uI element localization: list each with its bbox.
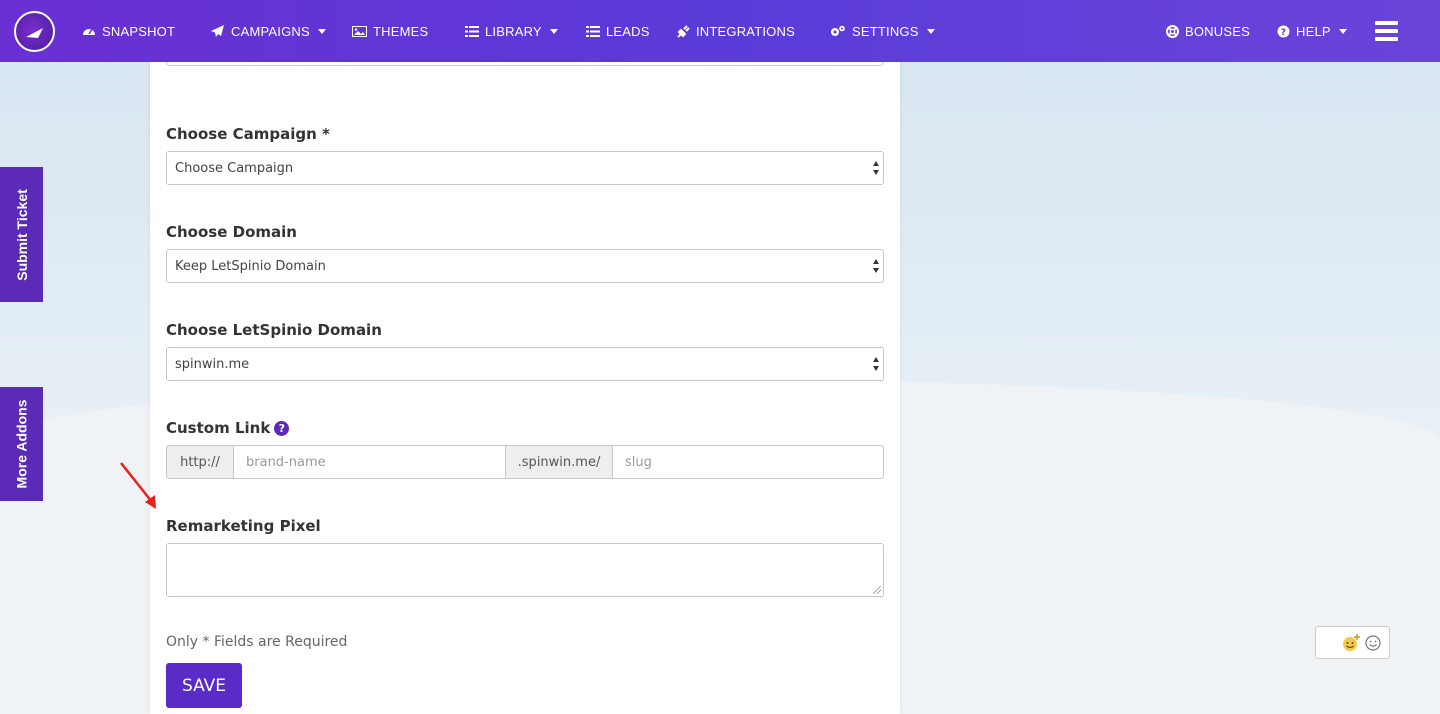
- chevron-down-icon: [549, 28, 558, 34]
- select-arrows-icon: [872, 161, 879, 175]
- choose-domain-select[interactable]: Keep LetSpinio Domain: [166, 249, 884, 283]
- red-arrow-icon: [120, 462, 156, 509]
- gears-icon: [831, 25, 845, 36]
- choose-campaign-value: Choose Campaign: [175, 160, 294, 176]
- list-icon: [465, 25, 479, 37]
- nav-campaigns-label: CAMPAIGNS: [231, 23, 310, 39]
- remarketing-pixel-textarea[interactable]: [166, 543, 884, 597]
- choose-domain-value: Keep LetSpinio Domain: [175, 258, 326, 274]
- nav-bonuses-label: BONUSES: [1185, 23, 1250, 39]
- list-icon: [586, 25, 600, 37]
- select-arrows-icon: [872, 259, 879, 273]
- logo-icon: [25, 27, 43, 38]
- paper-plane-icon: [211, 24, 224, 37]
- smiley-icon: [1365, 634, 1381, 651]
- save-button[interactable]: SAVE: [166, 663, 242, 708]
- top-navbar: SNAPSHOT CAMPAIGNS THEMES LIBRARY LEADS: [0, 0, 1440, 62]
- dashboard-icon: [83, 28, 95, 35]
- image-icon: [352, 25, 367, 37]
- chevron-down-icon: [1338, 28, 1347, 34]
- more-addons-label: More Addons: [13, 399, 30, 489]
- emoji-add-icon: [1343, 633, 1360, 651]
- nav-help[interactable]: ? HELP: [1277, 0, 1347, 62]
- custom-link-label: Custom Link: [166, 419, 271, 437]
- slug-input[interactable]: slug: [613, 445, 884, 479]
- choose-campaign-select[interactable]: Choose Campaign: [166, 151, 884, 185]
- select-arrows-icon: [872, 357, 879, 371]
- domain-suffix: .spinwin.me/: [506, 445, 613, 479]
- nav-help-label: HELP: [1296, 23, 1331, 39]
- choose-letspinio-domain-label: Choose LetSpinio Domain: [166, 321, 382, 339]
- custom-link-label-row: Custom Link?: [166, 419, 290, 437]
- nav-integrations-label: INTEGRATIONS: [696, 23, 795, 39]
- nav-themes[interactable]: THEMES: [352, 0, 428, 62]
- nav-snapshot-label: SNAPSHOT: [102, 23, 176, 39]
- nav-leads-label: LEADS: [606, 23, 650, 39]
- choose-letspinio-domain-value: spinwin.me: [175, 356, 250, 372]
- nav-leads[interactable]: LEADS: [586, 0, 650, 62]
- nav-integrations[interactable]: INTEGRATIONS: [677, 0, 795, 62]
- life-ring-icon: [1166, 24, 1179, 38]
- plug-icon: [677, 24, 690, 38]
- nav-settings[interactable]: SETTINGS: [830, 0, 935, 62]
- app-logo[interactable]: [14, 11, 55, 52]
- chevron-down-icon: [926, 28, 935, 34]
- required-fields-note: Only * Fields are Required: [166, 634, 348, 650]
- submit-ticket-label: Submit Ticket: [13, 188, 30, 281]
- chevron-down-icon: [317, 28, 326, 34]
- nav-snapshot[interactable]: SNAPSHOT: [82, 0, 175, 62]
- choose-letspinio-domain-select[interactable]: spinwin.me: [166, 347, 884, 381]
- nav-campaigns[interactable]: CAMPAIGNS: [211, 0, 326, 62]
- nav-bonuses[interactable]: BONUSES: [1166, 0, 1250, 62]
- menu-hamburger-icon[interactable]: [1375, 21, 1398, 41]
- http-prefix: http://: [166, 445, 234, 479]
- help-icon[interactable]: ?: [274, 421, 290, 436]
- remarketing-pixel-label: Remarketing Pixel: [166, 517, 321, 535]
- svg-text:?: ?: [1281, 28, 1286, 38]
- choose-campaign-label: Choose Campaign *: [166, 125, 330, 143]
- nav-themes-label: THEMES: [373, 23, 429, 39]
- question-circle-icon: ?: [1277, 25, 1290, 38]
- nav-settings-label: SETTINGS: [852, 23, 919, 39]
- nav-library[interactable]: LIBRARY: [465, 0, 558, 62]
- brand-name-input[interactable]: brand-name: [234, 445, 506, 479]
- form-panel: Choose Campaign * Choose Campaign Choose…: [150, 58, 900, 714]
- resize-grip-icon[interactable]: [873, 586, 881, 594]
- submit-ticket-tab[interactable]: Submit Ticket: [0, 167, 43, 302]
- more-addons-tab[interactable]: More Addons: [0, 387, 43, 501]
- nav-library-label: LIBRARY: [485, 23, 542, 39]
- emoji-reaction-widget[interactable]: [1315, 626, 1390, 659]
- choose-domain-label: Choose Domain: [166, 223, 297, 241]
- custom-link-group: http:// brand-name .spinwin.me/ slug: [166, 445, 884, 479]
